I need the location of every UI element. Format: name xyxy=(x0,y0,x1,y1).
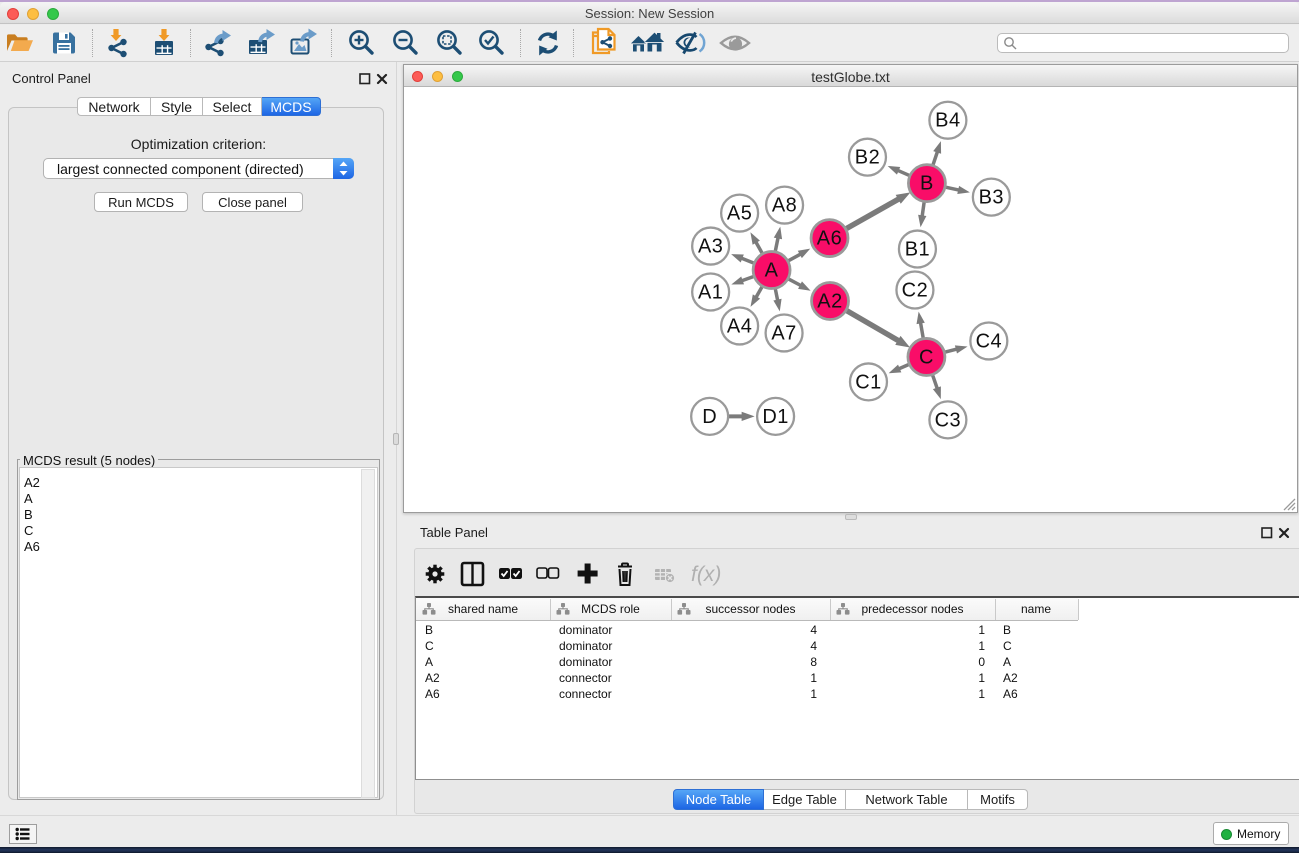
svg-text:B: B xyxy=(920,173,934,195)
svg-text:A4: A4 xyxy=(727,315,752,337)
svg-text:B1: B1 xyxy=(905,239,930,261)
svg-text:C1: C1 xyxy=(855,371,882,393)
svg-text:C4: C4 xyxy=(976,330,1003,352)
svg-text:B2: B2 xyxy=(855,147,880,169)
svg-text:A5: A5 xyxy=(727,203,752,225)
svg-text:D1: D1 xyxy=(762,406,789,428)
svg-text:A6: A6 xyxy=(817,228,842,250)
svg-text:B3: B3 xyxy=(979,187,1004,209)
svg-text:A2: A2 xyxy=(817,290,842,312)
svg-text:A3: A3 xyxy=(698,236,723,258)
svg-text:C2: C2 xyxy=(902,280,929,302)
svg-text:D: D xyxy=(702,406,717,428)
svg-text:A7: A7 xyxy=(771,322,796,344)
svg-text:A8: A8 xyxy=(772,195,797,217)
svg-text:f(x): f(x) xyxy=(691,563,721,586)
svg-text:A1: A1 xyxy=(698,282,723,304)
svg-text:B4: B4 xyxy=(935,110,960,132)
svg-text:C3: C3 xyxy=(935,409,962,431)
svg-text:C: C xyxy=(919,346,934,368)
svg-text:A: A xyxy=(765,260,779,282)
